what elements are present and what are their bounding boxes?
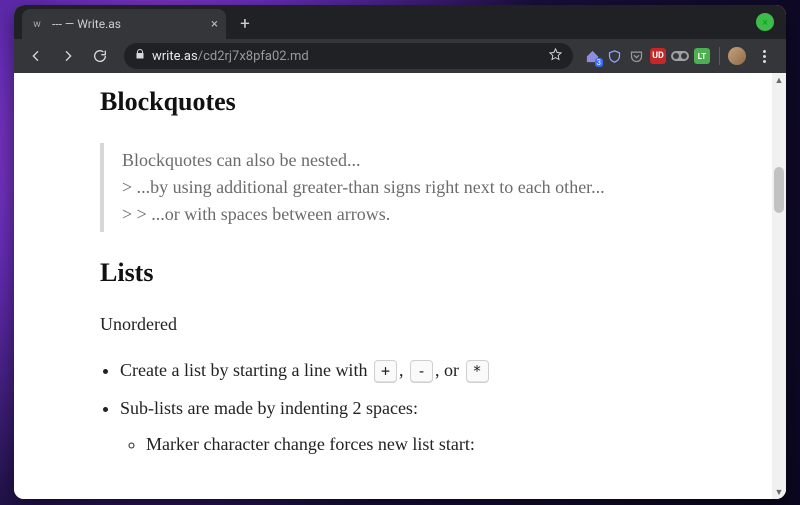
list-item: Create a list by starting a line with +,… [120,353,700,387]
kebab-menu-icon [763,50,766,63]
heading-blockquotes: Blockquotes [100,87,700,117]
back-button[interactable] [22,42,50,70]
list-item-text: , [399,360,408,380]
blockquote-line: > ...by using additional greater-than si… [122,174,700,201]
tab-title: --- — Write.as [52,17,203,31]
extension-badge: 3 [595,58,604,67]
list-item: Sub-lists are made by indenting 2 spaces… [120,391,700,461]
address-bar[interactable]: write.as/cd2rj7x8pfa02.md [124,43,573,69]
new-tab-button[interactable]: + [232,11,258,37]
list-item-text: Create a list by starting a line with [120,360,372,380]
kbd-asterisk: * [466,360,489,383]
kbd-minus: - [410,360,433,383]
lt-badge: LT [694,48,710,64]
scrollbar-thumb[interactable] [774,167,784,213]
window-control-icon[interactable]: × [756,13,774,31]
tab-strip: w --- — Write.as × + × [14,5,786,39]
extension-lt-icon[interactable]: LT [693,47,711,65]
lock-icon [134,48,146,64]
nested-list: Marker character change forces new list … [146,427,700,461]
browser-toolbar: write.as/cd2rj7x8pfa02.md 3 UD LT [14,39,786,73]
extension-tag-icon[interactable]: 3 [583,47,601,65]
ublock-badge: UD [650,48,666,64]
blockquote-line: Blockquotes can also be nested... [122,147,700,174]
document-body: Blockquotes Blockquotes can also be nest… [100,73,700,462]
scroll-down-button[interactable]: ▼ [772,485,786,499]
favicon-icon: w [30,17,44,31]
extension-ublock-icon[interactable]: UD [649,47,667,65]
avatar-icon [728,47,746,65]
scroll-up-button[interactable]: ▲ [772,73,786,87]
reload-button[interactable] [86,42,114,70]
subheading-unordered: Unordered [100,314,700,335]
extension-shield-icon[interactable] [605,47,623,65]
unordered-list: Create a list by starting a line with +,… [120,353,700,462]
blockquote: Blockquotes can also be nested... > ...b… [100,143,700,232]
close-tab-icon[interactable]: × [211,17,218,32]
page-content[interactable]: Blockquotes Blockquotes can also be nest… [14,73,786,462]
list-item-text: Sub-lists are made by indenting 2 spaces… [120,398,418,418]
browser-tab[interactable]: w --- — Write.as × [22,9,226,39]
scrollbar[interactable]: ▲ ▼ [772,73,786,499]
browser-window: w --- — Write.as × + × write.as/cd2rj7x8… [14,5,786,499]
url-text: write.as/cd2rj7x8pfa02.md [152,49,309,64]
url-path: /cd2rj7x8pfa02.md [198,49,309,64]
kbd-plus: + [374,360,397,383]
extension-pocket-icon[interactable] [627,47,645,65]
extension-goggles-icon[interactable] [671,47,689,65]
bookmark-star-button[interactable] [548,47,563,66]
url-host: write.as [152,49,198,64]
browser-menu-button[interactable] [750,42,778,70]
blockquote-line: > > ...or with spaces between arrows. [122,201,700,228]
list-item-text: , or [435,360,464,380]
goggles-icon [671,51,689,61]
list-item: Marker character change forces new list … [146,427,700,461]
reload-icon [92,48,108,64]
profile-avatar[interactable] [728,47,746,65]
arrow-right-icon [60,48,76,64]
page-viewport: Blockquotes Blockquotes can also be nest… [14,73,786,499]
arrow-left-icon [28,48,44,64]
forward-button[interactable] [54,42,82,70]
heading-lists: Lists [100,258,700,288]
toolbar-separator [719,47,720,65]
